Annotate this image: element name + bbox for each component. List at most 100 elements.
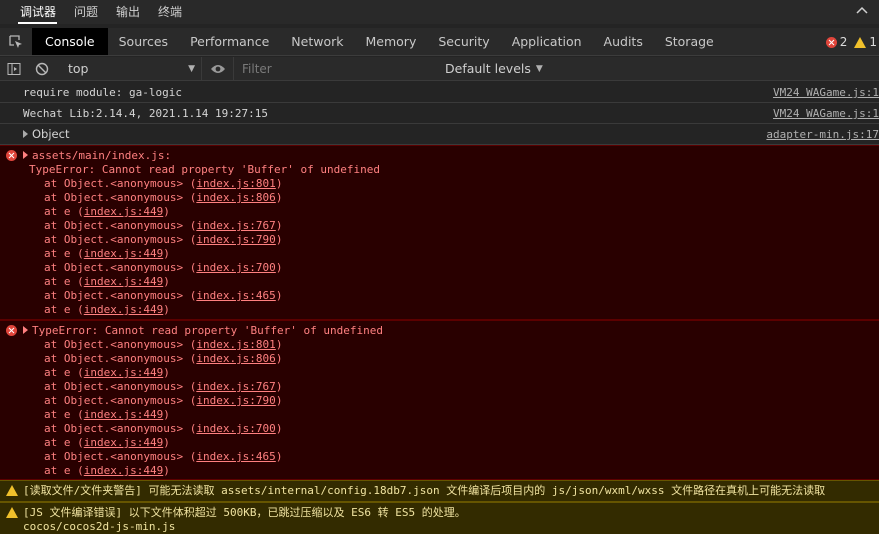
stack-frame-link[interactable]: index.js:449: [84, 247, 163, 260]
caret-down-icon: ▼: [535, 63, 543, 74]
stack-frame: at e (index.js:449): [23, 247, 879, 261]
stack-frame-link[interactable]: index.js:700: [196, 422, 275, 435]
stack-frame-link[interactable]: index.js:449: [84, 464, 163, 477]
stack-frame-link[interactable]: index.js:449: [84, 408, 163, 421]
panel-tab-debugger[interactable]: 调试器: [0, 0, 65, 24]
source-link[interactable]: VM24 WAGame.js:1: [767, 103, 879, 124]
stack-frame-close: ): [163, 436, 170, 449]
error-icon: [825, 36, 837, 48]
stack-frame: at Object.<anonymous> (index.js:790): [23, 394, 879, 408]
warning-icon: [6, 507, 18, 518]
expand-triangle-icon[interactable]: [23, 130, 28, 138]
source-link[interactable]: VM24 WAGame.js:1: [767, 82, 879, 103]
stack-frame-link[interactable]: index.js:449: [84, 366, 163, 379]
stack-frame-close: ): [163, 303, 170, 316]
stack-frame-link[interactable]: index.js:449: [84, 275, 163, 288]
tab-sources[interactable]: Sources: [108, 28, 179, 55]
chevron-up-icon[interactable]: [855, 4, 869, 18]
stack-frame-close: ): [163, 205, 170, 218]
stack-frame-link[interactable]: index.js:465: [196, 450, 275, 463]
stack-frame: at Object.<anonymous> (index.js:806): [23, 352, 879, 366]
console-log-row: Object adapter-min.js:17: [0, 124, 879, 145]
caret-down-icon: ▼: [188, 63, 195, 74]
tab-network[interactable]: Network: [280, 28, 354, 55]
stack-frame-link[interactable]: index.js:700: [196, 261, 275, 274]
warning-text: [JS 文件编译错误] 以下文件体积超过 500KB，已跳过压缩以及 ES6 转…: [23, 506, 466, 519]
clear-console-icon[interactable]: [28, 57, 56, 81]
stack-frame: at e (index.js:449): [23, 408, 879, 422]
tab-console[interactable]: Console: [32, 28, 108, 55]
stack-frame-link[interactable]: index.js:767: [196, 380, 275, 393]
expand-triangle-icon[interactable]: [23, 326, 28, 334]
stack-frame-link[interactable]: index.js:806: [196, 352, 275, 365]
console-log-row: Wechat Lib:2.14.4, 2021.1.14 19:27:15 VM…: [0, 103, 879, 124]
context-select[interactable]: top ▼: [56, 56, 202, 81]
stack-frame-link[interactable]: index.js:449: [84, 436, 163, 449]
tab-performance[interactable]: Performance: [179, 28, 280, 55]
eye-icon[interactable]: [202, 56, 234, 81]
stack-frame-link[interactable]: index.js:790: [196, 394, 275, 407]
stack-frame-link[interactable]: index.js:801: [196, 338, 275, 351]
stack-frame: at Object.<anonymous> (index.js:767): [23, 219, 879, 233]
warning-icon: [854, 36, 867, 48]
stack-frame-link[interactable]: index.js:801: [196, 177, 275, 190]
tab-security[interactable]: Security: [427, 28, 500, 55]
stack-frame-text: at Object.<anonymous> (: [44, 233, 197, 246]
error-header[interactable]: assets/main/index.js:: [32, 149, 171, 162]
inspect-element-icon[interactable]: [0, 28, 32, 56]
stack-frame: at Object.<anonymous> (index.js:790): [23, 233, 879, 247]
stack-frame-link[interactable]: index.js:449: [84, 205, 163, 218]
stack-frame-close: ): [275, 177, 283, 190]
stack-frame-text: at e (: [44, 366, 84, 379]
stack-frame-text: at Object.<anonymous> (: [44, 219, 197, 232]
panel-tab-terminal[interactable]: 终端: [149, 0, 191, 24]
error-message[interactable]: TypeError: Cannot read property 'Buffer'…: [32, 324, 383, 337]
tab-application[interactable]: Application: [501, 28, 593, 55]
stack-frame: at e (index.js:449): [23, 436, 879, 450]
error-icon: [6, 150, 17, 161]
error-stack: at Object.<anonymous> (index.js:801) at O…: [23, 177, 879, 317]
panel-tab-problems[interactable]: 问题: [65, 0, 107, 24]
error-message: TypeError: Cannot read property 'Buffer'…: [29, 163, 380, 176]
error-icon: [6, 325, 17, 336]
panel-tabs: 调试器 问题 输出 终端: [0, 0, 879, 24]
stack-frame-close: ): [163, 464, 170, 477]
log-text[interactable]: Object: [32, 127, 69, 141]
source-link[interactable]: adapter-min.js:17: [760, 124, 879, 145]
stack-frame-close: ): [275, 233, 283, 246]
tab-audits[interactable]: Audits: [593, 28, 654, 55]
stack-frame-close: ): [275, 219, 283, 232]
tab-memory[interactable]: Memory: [355, 28, 428, 55]
context-value: top: [68, 61, 89, 76]
stack-frame-link[interactable]: index.js:806: [196, 191, 275, 204]
issue-counts[interactable]: 2 1: [825, 28, 879, 56]
stack-frame-close: ): [163, 366, 170, 379]
console-warning-row: [读取文件/文件夹警告] 可能无法读取 assets/internal/conf…: [0, 480, 879, 502]
stack-frame: at Object.<anonymous> (index.js:806): [23, 191, 879, 205]
stack-frame-close: ): [163, 275, 170, 288]
expand-triangle-icon[interactable]: [23, 151, 28, 159]
sidebar-toggle-icon[interactable]: [0, 57, 28, 81]
error-count: 2: [839, 35, 848, 49]
stack-frame-close: ): [275, 191, 283, 204]
devtools-toolbar: Console Sources Performance Network Memo…: [0, 28, 879, 56]
stack-frame-link[interactable]: index.js:767: [196, 219, 275, 232]
stack-frame-close: ): [275, 380, 283, 393]
stack-frame: at Object.<anonymous> (index.js:767): [23, 380, 879, 394]
console-error-row: assets/main/index.js: TypeError: Cannot …: [0, 145, 879, 320]
filter-input[interactable]: [238, 57, 441, 80]
stack-frame: at Object.<anonymous> (index.js:801): [23, 338, 879, 352]
stack-frame-link[interactable]: index.js:449: [84, 303, 163, 316]
stack-frame-link[interactable]: index.js:465: [196, 289, 275, 302]
stack-frame: at e (index.js:449): [23, 275, 879, 289]
tab-storage[interactable]: Storage: [654, 28, 725, 55]
stack-frame-text: at Object.<anonymous> (: [44, 177, 197, 190]
stack-frame-link[interactable]: index.js:790: [196, 233, 275, 246]
log-levels-select[interactable]: Default levels ▼: [445, 61, 543, 76]
console-filter-bar: top ▼ Default levels ▼: [0, 56, 879, 81]
console-warning-row: [JS 文件编译错误] 以下文件体积超过 500KB，已跳过压缩以及 ES6 转…: [0, 502, 879, 534]
stack-frame-close: ): [163, 247, 170, 260]
panel-tab-output[interactable]: 输出: [107, 0, 149, 24]
error-stack: at Object.<anonymous> (index.js:801) at O…: [23, 338, 879, 478]
console-log-row: require module: ga-logic VM24 WAGame.js:…: [0, 82, 879, 103]
